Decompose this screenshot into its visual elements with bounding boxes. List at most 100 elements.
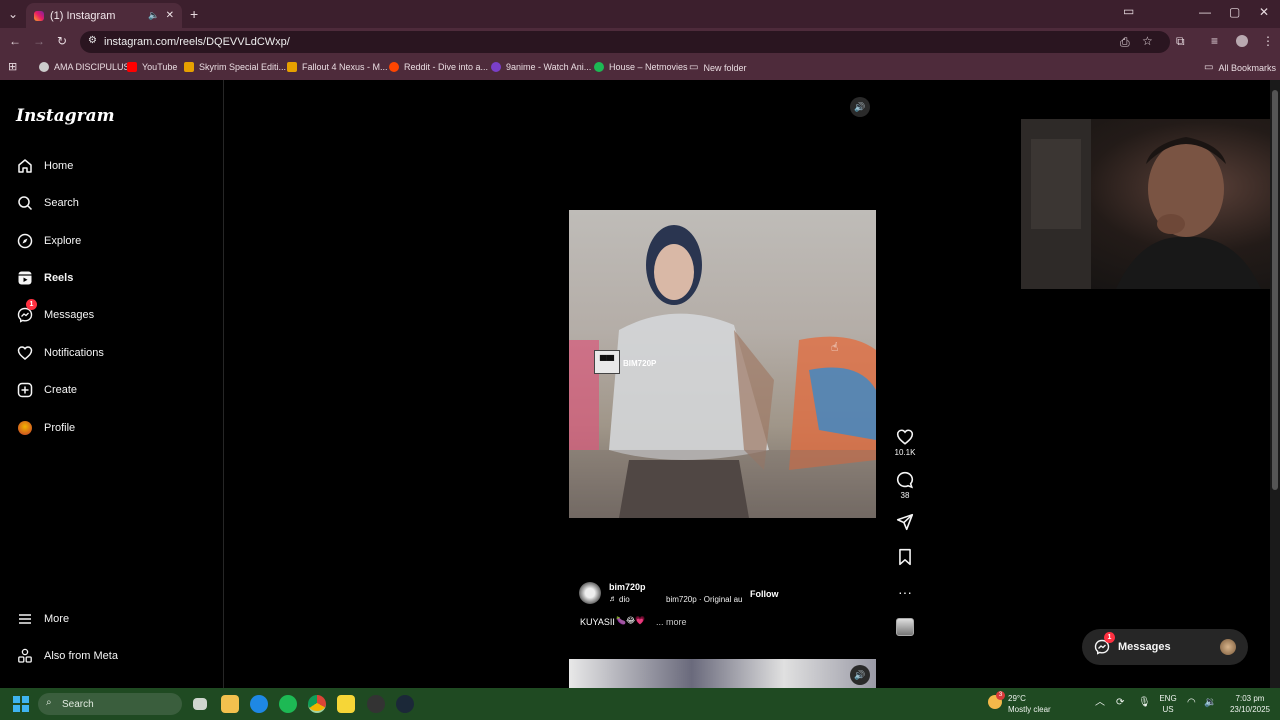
- bookmark-youtube[interactable]: YouTube: [127, 62, 177, 72]
- sidebar-item-search[interactable]: Search: [16, 194, 79, 212]
- sidebar-item-more[interactable]: More: [16, 610, 69, 628]
- next-reel-mute-button[interactable]: 🔊: [850, 665, 870, 685]
- spotify-icon[interactable]: [279, 695, 297, 713]
- like-button[interactable]: 10.1K: [893, 428, 917, 457]
- profile-avatar-icon[interactable]: [1236, 35, 1248, 47]
- messenger-app-icon[interactable]: [250, 695, 268, 713]
- weather-temp[interactable]: 29°C: [1008, 694, 1026, 704]
- messages-floating-button[interactable]: 1 Messages: [1082, 629, 1248, 665]
- save-button[interactable]: [893, 548, 917, 568]
- anime-icon: [491, 62, 501, 72]
- scrollbar-thumb[interactable]: [1272, 90, 1278, 490]
- task-view-icon[interactable]: [193, 698, 207, 710]
- comment-button[interactable]: 38: [893, 471, 917, 500]
- sidebar-item-reels[interactable]: Reels: [16, 269, 73, 287]
- reel-author-avatar[interactable]: [579, 582, 601, 604]
- reel-video[interactable]: ▀▀ BIM720P ☝: [569, 210, 876, 518]
- extensions-icon[interactable]: ⧉: [1176, 35, 1185, 47]
- music-note-icon: ♬: [609, 594, 617, 603]
- sidebar-item-explore[interactable]: Explore: [16, 232, 81, 250]
- obs-icon[interactable]: [367, 695, 385, 713]
- caption-more-link[interactable]: ... more: [656, 617, 687, 627]
- clock-time[interactable]: 7:03 pm: [1226, 694, 1274, 704]
- bookmark-9anime[interactable]: 9anime - Watch Ani...: [491, 62, 591, 72]
- volume-icon[interactable]: 🔉: [1204, 698, 1216, 708]
- new-tab-icon[interactable]: +: [190, 7, 198, 21]
- apps-grid-icon[interactable]: ⊞: [8, 60, 17, 73]
- clock-date[interactable]: 23/10/2025: [1226, 705, 1274, 715]
- mute-button[interactable]: 🔊: [850, 97, 870, 117]
- search-icon: ⌕: [46, 697, 52, 708]
- duck-app-icon[interactable]: [337, 695, 355, 713]
- address-bar[interactable]: ⚙ instagram.com/reels/DQEVVLdCWxp/: [80, 31, 1170, 53]
- wifi-icon[interactable]: ◠: [1187, 698, 1196, 708]
- reel-username[interactable]: bim720p: [609, 582, 646, 592]
- bookmark-new-folder[interactable]: ▭ New folder: [689, 62, 746, 73]
- reel-audio-track[interactable]: bim720p · Original au: [666, 595, 742, 604]
- menu-kebab-icon[interactable]: ⋮: [1262, 35, 1274, 47]
- share-button[interactable]: [893, 513, 917, 533]
- window-close-icon[interactable]: ✕: [1259, 6, 1269, 18]
- instagram-logo[interactable]: Instagram: [16, 106, 115, 126]
- media-control-icon[interactable]: ≡: [1211, 35, 1218, 47]
- window-minimize-icon[interactable]: —: [1199, 6, 1211, 18]
- window-maximize-icon[interactable]: ▢: [1229, 6, 1240, 18]
- comment-count: 38: [900, 491, 910, 500]
- file-explorer-icon[interactable]: [221, 695, 239, 713]
- more-options-button[interactable]: ···: [893, 584, 917, 600]
- reload-icon[interactable]: ↻: [57, 35, 67, 47]
- sidebar-item-label: More: [44, 613, 70, 625]
- window-cast-icon[interactable]: ▭: [1123, 5, 1134, 17]
- reel-audio-name[interactable]: dio: [619, 595, 630, 604]
- windows-start-icon[interactable]: [13, 696, 29, 712]
- steam-icon[interactable]: [396, 695, 414, 713]
- tray-sync-icon[interactable]: ⟳: [1116, 698, 1124, 708]
- ellipsis-icon: ···: [898, 584, 912, 600]
- chrome-icon[interactable]: [308, 695, 326, 713]
- tab-audio-icon[interactable]: 🔈: [148, 10, 159, 21]
- region-code[interactable]: US: [1158, 705, 1178, 715]
- messages-pill-label: Messages: [1118, 641, 1171, 653]
- sidebar-item-create[interactable]: Create: [16, 381, 77, 399]
- audio-thumbnail[interactable]: [893, 618, 917, 638]
- send-icon: [896, 513, 914, 531]
- tab-title: (1) Instagram: [50, 9, 116, 22]
- bookmark-reddit[interactable]: Reddit - Dive into a...: [389, 62, 488, 72]
- sidebar-item-home[interactable]: Home: [16, 157, 73, 175]
- browser-tab[interactable]: (1) Instagram 🔈 ✕: [26, 3, 182, 28]
- back-icon[interactable]: ←: [9, 35, 21, 47]
- install-app-icon[interactable]: ⎙: [1120, 36, 1130, 48]
- folder-icon: ▭: [1204, 62, 1214, 73]
- all-bookmarks[interactable]: ▭ All Bookmarks: [1204, 62, 1276, 73]
- bookmark-skyrim[interactable]: Skyrim Special Editi...: [184, 62, 286, 72]
- bookmark-fallout[interactable]: Fallout 4 Nexus - M...: [287, 62, 388, 72]
- tab-close-icon[interactable]: ✕: [166, 10, 174, 21]
- sidebar-item-label: Home: [44, 160, 74, 172]
- nexus-icon: [287, 62, 297, 72]
- speaker-icon: 🔊: [854, 669, 866, 680]
- taskbar-search[interactable]: ⌕ Search: [38, 693, 182, 715]
- url-text: instagram.com/reels/DQEVVLdCWxp/: [104, 36, 290, 48]
- bookmark-netmovies[interactable]: House – Netmovies: [594, 62, 688, 72]
- site-info-icon[interactable]: ⚙: [88, 35, 97, 46]
- sidebar-item-messages[interactable]: 1 Messages: [16, 299, 94, 324]
- bookmark-ama[interactable]: AMA DISCIPULUS: [39, 62, 130, 72]
- tray-overflow-icon[interactable]: ︿: [1095, 698, 1105, 708]
- next-reel-preview[interactable]: [569, 659, 876, 688]
- tab-search-icon[interactable]: ⌄: [8, 8, 18, 20]
- reddit-icon: [389, 62, 399, 72]
- sidebar-item-notifications[interactable]: Notifications: [16, 344, 104, 362]
- taskbar-search-label: Search: [62, 698, 94, 710]
- webcam-overlay: [1021, 119, 1280, 289]
- follow-button[interactable]: Follow: [745, 585, 784, 603]
- language-code[interactable]: ENG: [1158, 694, 1178, 704]
- forward-icon[interactable]: →: [33, 35, 45, 47]
- weather-desc[interactable]: Mostly clear: [1008, 705, 1051, 715]
- microphone-icon[interactable]: 🎙: [1138, 698, 1151, 708]
- bookmark-star-icon[interactable]: ☆: [1142, 35, 1153, 47]
- sidebar-item-profile[interactable]: Profile: [16, 419, 75, 437]
- heart-icon: [896, 429, 914, 445]
- sidebar-item-also-from-meta[interactable]: Also from Meta: [16, 647, 118, 665]
- sidebar-item-label: Notifications: [44, 347, 104, 359]
- avatar: [16, 419, 34, 437]
